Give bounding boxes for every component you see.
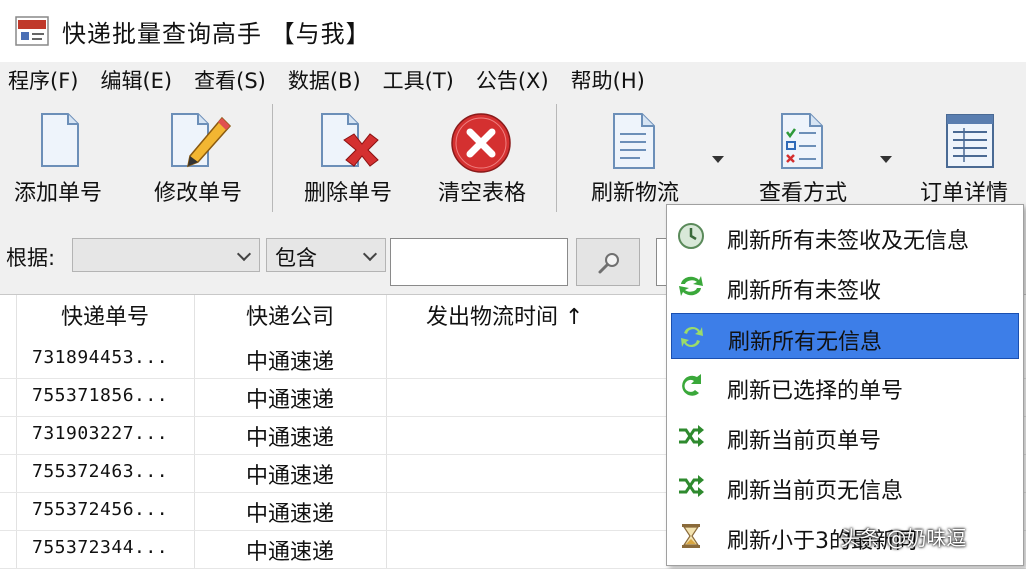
company-cell: 中通速递: [245, 540, 334, 565]
tracking-number-cell: 755371856...: [32, 385, 169, 406]
company-cell: 中通速递: [245, 464, 334, 489]
order-form-icon: [946, 114, 994, 168]
menu-item-refresh-unsigned-and-noinfo[interactable]: 刷新所有未签收及无信息: [671, 213, 1019, 259]
view-dropdown-arrow-icon[interactable]: [880, 156, 892, 163]
company-cell: 中通速递: [245, 350, 334, 375]
view-mode-button[interactable]: 查看方式: [744, 98, 862, 216]
tracking-number-cell: 755372456...: [32, 499, 169, 520]
search-button[interactable]: [576, 238, 640, 286]
document-lines-icon: [613, 113, 655, 169]
shuffle-icon: [679, 425, 704, 447]
menu-item-refresh-current-page[interactable]: 刷新当前页单号: [671, 413, 1019, 459]
add-number-button[interactable]: 添加单号: [2, 98, 114, 216]
company-cell: 中通速递: [245, 426, 334, 451]
add-number-label: 添加单号: [13, 181, 102, 206]
toolbar-separator: [272, 104, 273, 212]
tracking-number-cell: 731894453...: [32, 347, 169, 368]
refresh-logistics-button[interactable]: 刷新物流: [576, 98, 694, 216]
menu-item-label: 刷新已选择的单号: [727, 379, 904, 404]
refresh-curve-icon: [682, 374, 701, 396]
menu-item-refresh-selected[interactable]: 刷新已选择的单号: [671, 363, 1019, 409]
menu-bar: 程序(F) 编辑(E) 查看(S) 数据(B) 工具(T) 公告(X) 帮助(H…: [0, 62, 1026, 98]
order-detail-button[interactable]: 订单详情: [914, 98, 1026, 216]
edit-number-label: 修改单号: [153, 181, 242, 206]
menu-item-refresh-unsigned[interactable]: 刷新所有未签收: [671, 263, 1019, 309]
menu-edit[interactable]: 编辑(E): [100, 65, 172, 95]
delete-number-label: 删除单号: [303, 181, 392, 206]
menu-item-label: 刷新当前页单号: [727, 429, 882, 454]
view-mode-label: 查看方式: [758, 181, 847, 206]
document-pencil-icon: [171, 113, 232, 168]
menu-item-refresh-current-page-noinfo[interactable]: 刷新当前页无信息: [671, 463, 1019, 509]
tracking-number-cell: 731903227...: [32, 423, 169, 444]
menu-item-label: 刷新所有未签收: [727, 279, 882, 304]
clear-x-circle-icon: [451, 113, 511, 173]
column-header-send-time[interactable]: 发出物流时间 ↑: [386, 295, 686, 341]
column-header-number[interactable]: 快递单号: [16, 295, 194, 341]
column-header-company[interactable]: 快递公司: [194, 295, 386, 341]
refresh-cycle-icon: [681, 326, 703, 348]
watermark: 头条 @奶味逗: [840, 526, 967, 550]
refresh-logistics-label: 刷新物流: [590, 181, 679, 206]
filter-match-select[interactable]: 包含: [266, 238, 386, 272]
document-icon: [41, 113, 79, 167]
search-icon: [598, 253, 619, 274]
menu-item-refresh-noinfo[interactable]: 刷新所有无信息: [671, 313, 1019, 359]
refresh-dropdown-arrow-icon[interactable]: [712, 156, 724, 163]
delete-number-button[interactable]: 删除单号: [292, 98, 404, 216]
filter-match-value: 包含: [275, 246, 317, 270]
refresh-arrows-icon: [679, 276, 703, 296]
tracking-number-cell: 755372344...: [32, 537, 169, 558]
checklist-icon: [781, 113, 823, 169]
menu-notice[interactable]: 公告(X): [476, 65, 549, 95]
edit-number-button[interactable]: 修改单号: [142, 98, 254, 216]
refresh-dropdown-menu: 刷新所有未签收及无信息 刷新所有未签收 刷新所有无信息 刷新已选择的单号 刷新当…: [666, 204, 1024, 566]
hourglass-icon: [682, 524, 700, 548]
toolbar: 添加单号 修改单号 删除单号 清空表格 刷新物流 查看方式 订单详情: [0, 98, 1026, 216]
chevron-down-icon: [362, 246, 378, 262]
chevron-down-icon: [236, 246, 252, 262]
tracking-number-cell: 755372463...: [32, 461, 169, 482]
window-title: 快递批量查询高手 【与我】: [62, 19, 371, 48]
filter-field-select[interactable]: [72, 238, 260, 272]
company-cell: 中通速递: [245, 502, 334, 527]
title-bar: 快递批量查询高手 【与我】: [0, 0, 1026, 62]
refresh-clock-icon: [678, 223, 704, 249]
company-cell: 中通速递: [245, 388, 334, 413]
menu-program[interactable]: 程序(F): [8, 65, 78, 95]
clear-table-label: 清空表格: [437, 181, 526, 206]
toolbar-separator: [556, 104, 557, 212]
search-input[interactable]: [390, 238, 568, 286]
order-detail-label: 订单详情: [920, 181, 1009, 206]
document-delete-icon: [321, 113, 379, 167]
menu-view[interactable]: 查看(S): [194, 65, 266, 95]
menu-help[interactable]: 帮助(H): [571, 65, 645, 95]
clear-table-button[interactable]: 清空表格: [426, 98, 538, 216]
menu-item-label: 刷新所有未签收及无信息: [727, 229, 970, 254]
menu-data[interactable]: 数据(B): [288, 65, 361, 95]
menu-tools[interactable]: 工具(T): [383, 65, 454, 95]
app-logo-icon: [15, 16, 49, 46]
menu-item-label: 刷新所有无信息: [728, 330, 883, 355]
filter-label: 根据:: [6, 246, 56, 270]
menu-item-label: 刷新当前页无信息: [727, 479, 904, 504]
shuffle-icon: [679, 475, 704, 497]
